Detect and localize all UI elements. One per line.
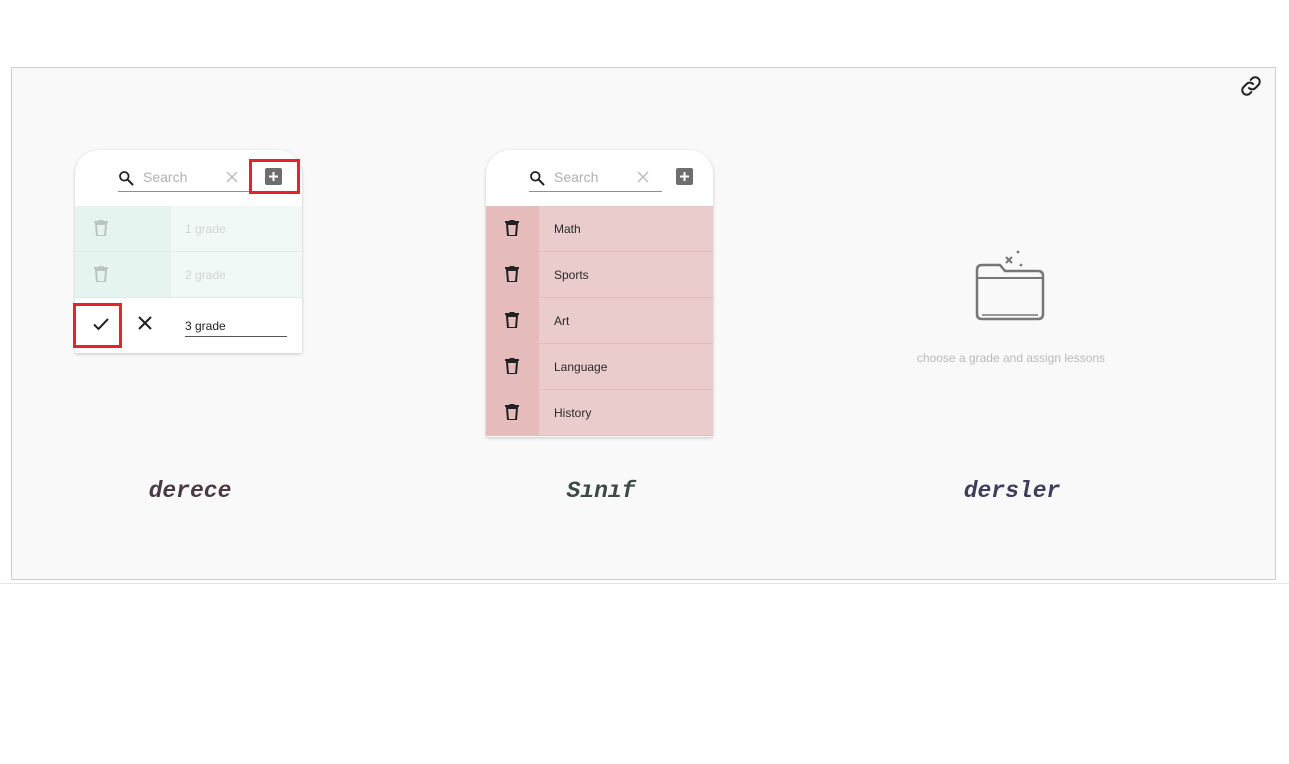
delete-cell <box>486 344 539 389</box>
lessons-column-title: dersler <box>963 478 1061 504</box>
check-icon[interactable] <box>91 314 111 334</box>
delete-cell <box>75 206 171 251</box>
trash-icon[interactable] <box>505 266 519 282</box>
grade-search-bar <box>75 150 302 206</box>
divider <box>0 583 1289 584</box>
new-grade-row <box>75 298 302 353</box>
list-item[interactable]: Sports <box>486 252 713 298</box>
delete-cell <box>486 298 539 343</box>
trash-icon[interactable] <box>505 358 519 374</box>
grade-column-title: derece <box>148 478 232 504</box>
list-item-label: 1 grade <box>185 222 226 236</box>
list-item[interactable]: Math <box>486 206 713 252</box>
search-icon <box>530 171 545 186</box>
class-column-title: Sınıf <box>566 478 636 504</box>
list-item[interactable]: 2 grade <box>75 252 302 298</box>
close-icon[interactable] <box>636 170 650 184</box>
class-search-field <box>529 163 662 192</box>
list-item[interactable]: 1 grade <box>75 206 302 252</box>
link-icon[interactable] <box>1239 74 1263 98</box>
trash-icon[interactable] <box>505 220 519 236</box>
grade-name-input[interactable] <box>185 316 287 337</box>
delete-cell <box>486 252 539 297</box>
class-search-input[interactable] <box>554 167 634 187</box>
close-icon[interactable] <box>137 315 153 331</box>
list-item-label: 2 grade <box>185 268 226 282</box>
class-search-bar <box>486 150 713 206</box>
list-item-label: Art <box>554 314 570 328</box>
list-item-label: Language <box>554 360 608 374</box>
trash-icon[interactable] <box>505 404 519 420</box>
grade-search-input[interactable] <box>143 167 223 187</box>
search-icon <box>119 171 134 186</box>
delete-cell <box>486 390 539 435</box>
class-panel: Math Sports Art L <box>486 150 713 437</box>
close-icon[interactable] <box>225 170 239 184</box>
empty-state-message: choose a grade and assign lessons <box>916 351 1106 365</box>
list-item[interactable]: Art <box>486 298 713 344</box>
list-item[interactable]: History <box>486 390 713 436</box>
add-grade-button[interactable] <box>265 168 282 185</box>
grade-search-field <box>118 163 251 192</box>
list-item-label: History <box>554 406 592 420</box>
delete-cell <box>75 252 171 297</box>
list-item-label: Sports <box>554 268 589 282</box>
list-item[interactable]: Language <box>486 344 713 390</box>
folder-icon <box>975 250 1045 321</box>
list-item-label: Math <box>554 222 581 236</box>
add-class-button[interactable] <box>676 168 693 185</box>
delete-cell <box>486 206 539 251</box>
grade-panel: 1 grade 2 grade <box>75 150 302 353</box>
trash-icon[interactable] <box>94 220 108 236</box>
trash-icon[interactable] <box>94 266 108 282</box>
trash-icon[interactable] <box>505 312 519 328</box>
